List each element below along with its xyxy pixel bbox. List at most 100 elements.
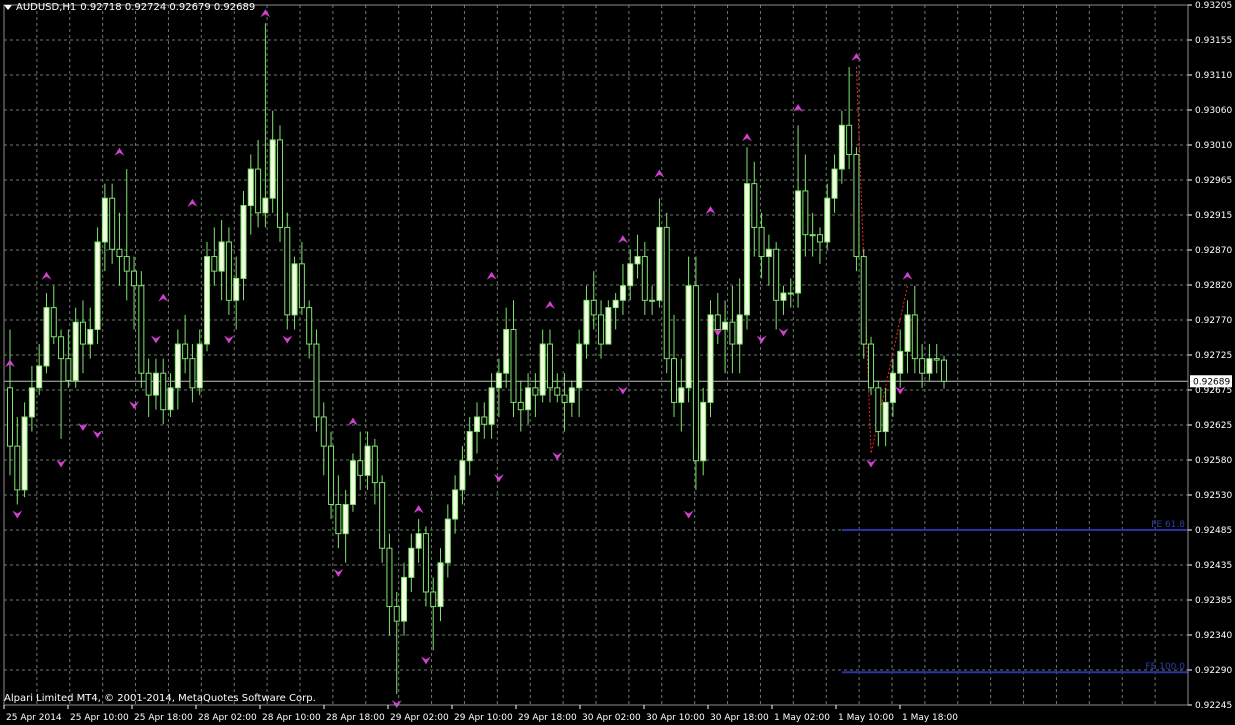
candle-body: [145, 372, 152, 396]
candle-body: [247, 168, 254, 207]
y-tick-label: 0.92580: [1195, 456, 1232, 466]
candle-body: [349, 460, 356, 505]
candle-body: [911, 314, 918, 360]
candle-body: [612, 299, 619, 309]
candle-body: [101, 197, 108, 243]
candle-body: [364, 445, 371, 476]
candle-body: [43, 307, 50, 367]
candle-body: [58, 336, 65, 360]
axes: 0.93205 0.93155 0.93110 0.93060 0.93010 0.929…: [3, 1, 1232, 723]
up-arrow-icon: [741, 133, 752, 142]
candle-body: [510, 328, 517, 403]
candle-body: [152, 372, 159, 396]
x-tick-label: 25 Apr 2014: [6, 713, 62, 723]
down-arrow-icon: [223, 335, 234, 344]
x-tick-label: 29 Apr 18:00: [518, 713, 577, 723]
candle-body: [167, 387, 174, 411]
up-arrow-icon: [41, 271, 52, 280]
candle-body: [123, 256, 130, 272]
up-arrow-icon: [260, 9, 271, 18]
candle-body: [204, 256, 211, 345]
candle-body: [313, 343, 320, 418]
candle-body: [561, 394, 568, 403]
candle-body: [875, 387, 882, 433]
fibonacci-expansion-levels[interactable]: FE 61.8 FE 100.0: [842, 520, 1188, 674]
candle-body: [517, 401, 524, 411]
candle-body: [641, 256, 648, 301]
candle-body: [729, 321, 736, 345]
up-arrow-icon: [705, 206, 716, 215]
candle-body: [342, 503, 349, 535]
candle-body: [459, 460, 466, 491]
down-arrow-icon: [77, 422, 88, 431]
candle-body: [357, 460, 364, 476]
candle-body: [94, 241, 101, 330]
candle-body: [897, 350, 904, 374]
candle-body: [795, 190, 802, 294]
candle-body: [736, 314, 743, 345]
dropdown-triangle-icon[interactable]: [4, 5, 12, 10]
candle-body: [546, 343, 553, 389]
candle-body: [474, 416, 480, 433]
x-tick-label: 29 Apr 02:00: [390, 713, 449, 723]
candle-body: [707, 314, 714, 403]
candle-body: [218, 241, 225, 272]
down-arrow-icon: [778, 328, 789, 337]
candle-body: [415, 533, 422, 549]
candle-body: [495, 372, 502, 389]
candle-body: [889, 372, 896, 403]
up-arrow-icon: [413, 505, 424, 514]
candle-body: [79, 321, 86, 345]
candle-body: [196, 343, 203, 389]
candle-body: [269, 139, 276, 199]
y-tick-label: 0.93155: [1195, 36, 1232, 46]
candle-body: [656, 226, 663, 301]
candle-body: [386, 547, 393, 608]
candle-body: [619, 285, 626, 301]
candle-body: [882, 401, 889, 433]
up-arrow-icon: [793, 104, 804, 113]
x-tick-label: 1 May 02:00: [774, 713, 830, 723]
candle-body: [751, 183, 758, 228]
candle-body: [160, 372, 167, 411]
candle-body: [933, 358, 940, 361]
candle-body: [605, 307, 612, 345]
chart-window[interactable]: FE 61.8 FE 100.0 0.93205 0.93155 0.93110 0.9…: [0, 0, 1235, 725]
down-arrow-icon: [333, 568, 344, 577]
chart-canvas[interactable]: FE 61.8FE 100.0 0.932050.931550.931100.9…: [0, 0, 1235, 725]
candle-body: [554, 387, 561, 396]
x-tick-label: 30 Apr 10:00: [646, 713, 705, 723]
y-tick-label: 0.92770: [1195, 316, 1232, 326]
candle-body: [371, 445, 378, 484]
candle-body: [678, 387, 685, 403]
y-tick-label: 0.92485: [1195, 526, 1232, 536]
y-tick-label: 0.92965: [1195, 176, 1232, 186]
candle-body: [320, 416, 327, 447]
up-arrow-icon: [158, 293, 169, 302]
down-arrow-icon: [56, 459, 67, 468]
candle-body: [838, 124, 845, 170]
candle-body: [503, 328, 510, 374]
candle-body: [430, 591, 437, 608]
candle-body: [758, 226, 765, 258]
grid: [4, 5, 1188, 705]
x-tick-label: 25 Apr 10:00: [70, 713, 129, 723]
y-tick-label: 0.93205: [1195, 1, 1232, 11]
candle-body: [663, 226, 670, 360]
candle-body: [743, 183, 750, 316]
y-tick-label: 0.92340: [1195, 631, 1232, 641]
candle-body: [802, 190, 809, 236]
candle-body: [919, 358, 926, 374]
candle-body: [831, 168, 838, 199]
candle-body: [401, 576, 408, 622]
x-tick-label: 1 May 18:00: [902, 713, 958, 723]
candle-body: [225, 241, 232, 301]
candle-body: [576, 343, 583, 389]
down-arrow-icon: [391, 700, 402, 709]
candle-body: [291, 263, 298, 316]
candle-body: [765, 248, 772, 258]
candle-body: [488, 387, 495, 425]
candle-body: [700, 401, 707, 462]
candle-body: [14, 445, 21, 491]
up-arrow-icon: [654, 169, 665, 178]
